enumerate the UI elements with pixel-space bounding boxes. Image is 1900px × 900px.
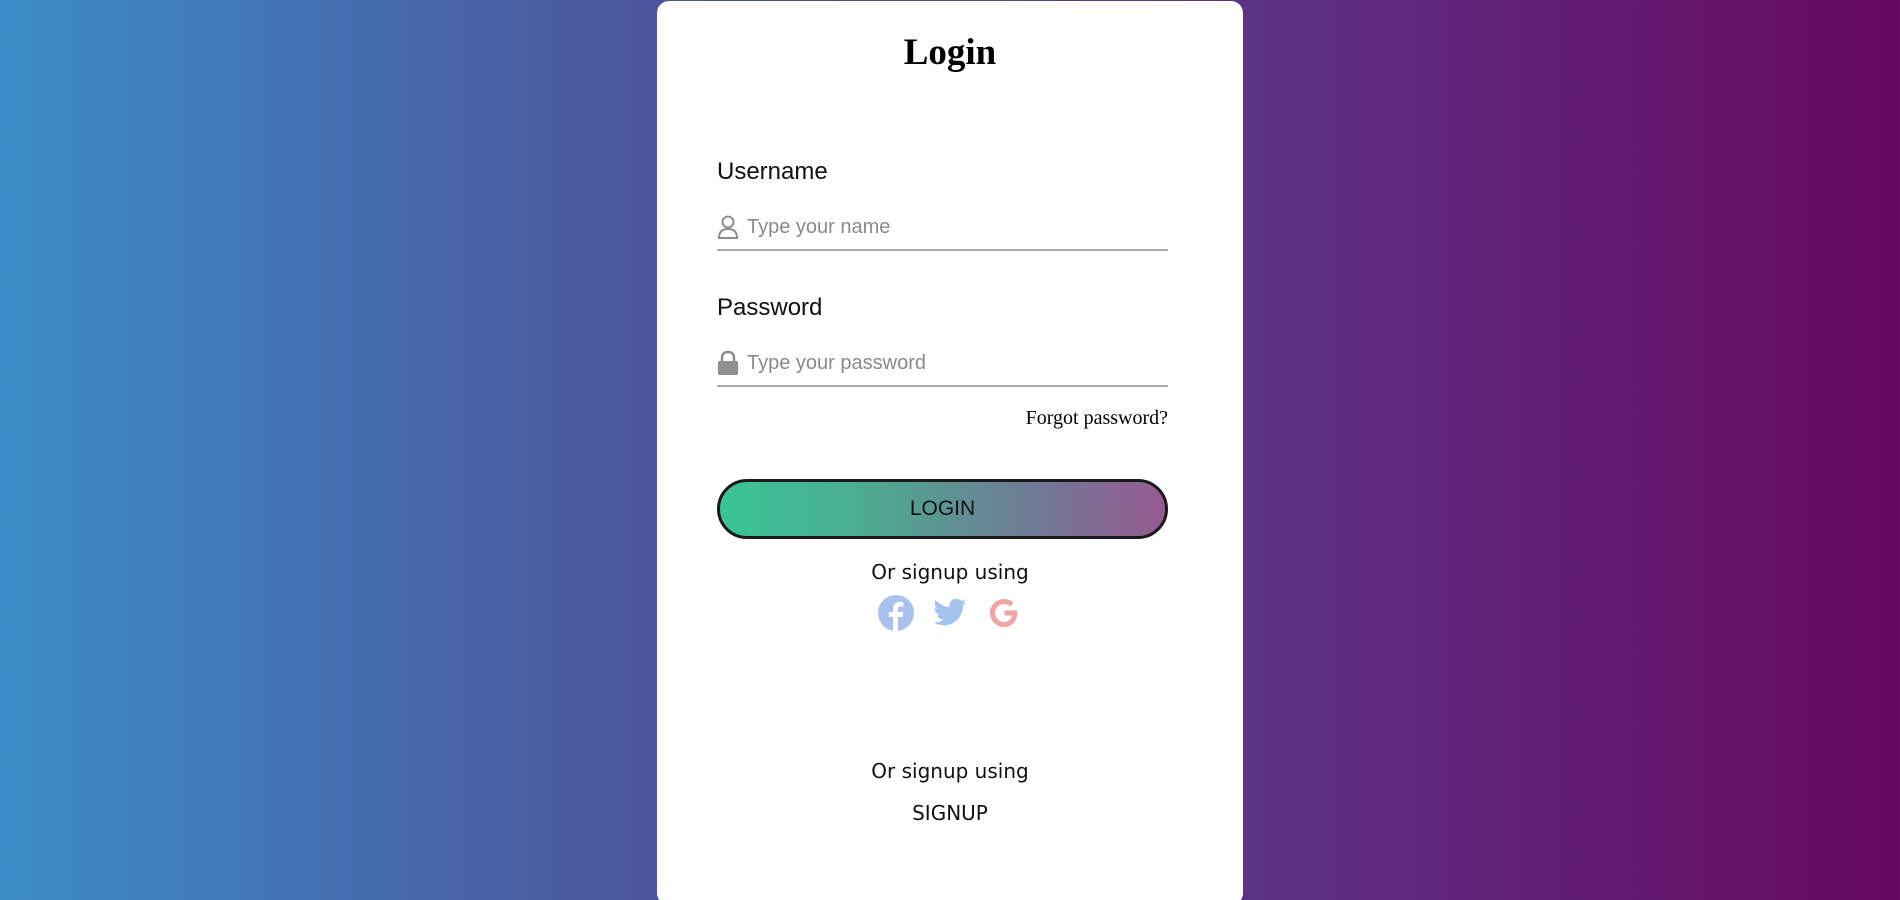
lock-icon xyxy=(717,350,739,376)
username-field-wrapper xyxy=(717,205,1168,251)
user-icon xyxy=(717,214,739,240)
signup-using-text-bottom: Or signup using xyxy=(871,759,1029,783)
google-icon[interactable] xyxy=(986,595,1022,631)
signup-button[interactable]: SIGNUP xyxy=(657,801,1243,825)
username-label: Username xyxy=(717,158,828,185)
page-title: Login xyxy=(903,32,997,73)
login-button[interactable]: LOGIN xyxy=(717,479,1168,539)
password-label: Password xyxy=(717,294,823,321)
forgot-password-link[interactable]: Forgot password? xyxy=(1026,407,1168,430)
facebook-icon[interactable] xyxy=(878,595,914,631)
password-field-wrapper xyxy=(717,341,1168,387)
twitter-icon[interactable] xyxy=(932,595,968,631)
password-input[interactable] xyxy=(747,351,1147,375)
login-card: Login Username Password Forgot password?… xyxy=(657,1,1243,900)
username-input[interactable] xyxy=(747,215,1147,239)
social-icons xyxy=(657,595,1243,631)
signup-using-text: Or signup using xyxy=(871,560,1029,584)
